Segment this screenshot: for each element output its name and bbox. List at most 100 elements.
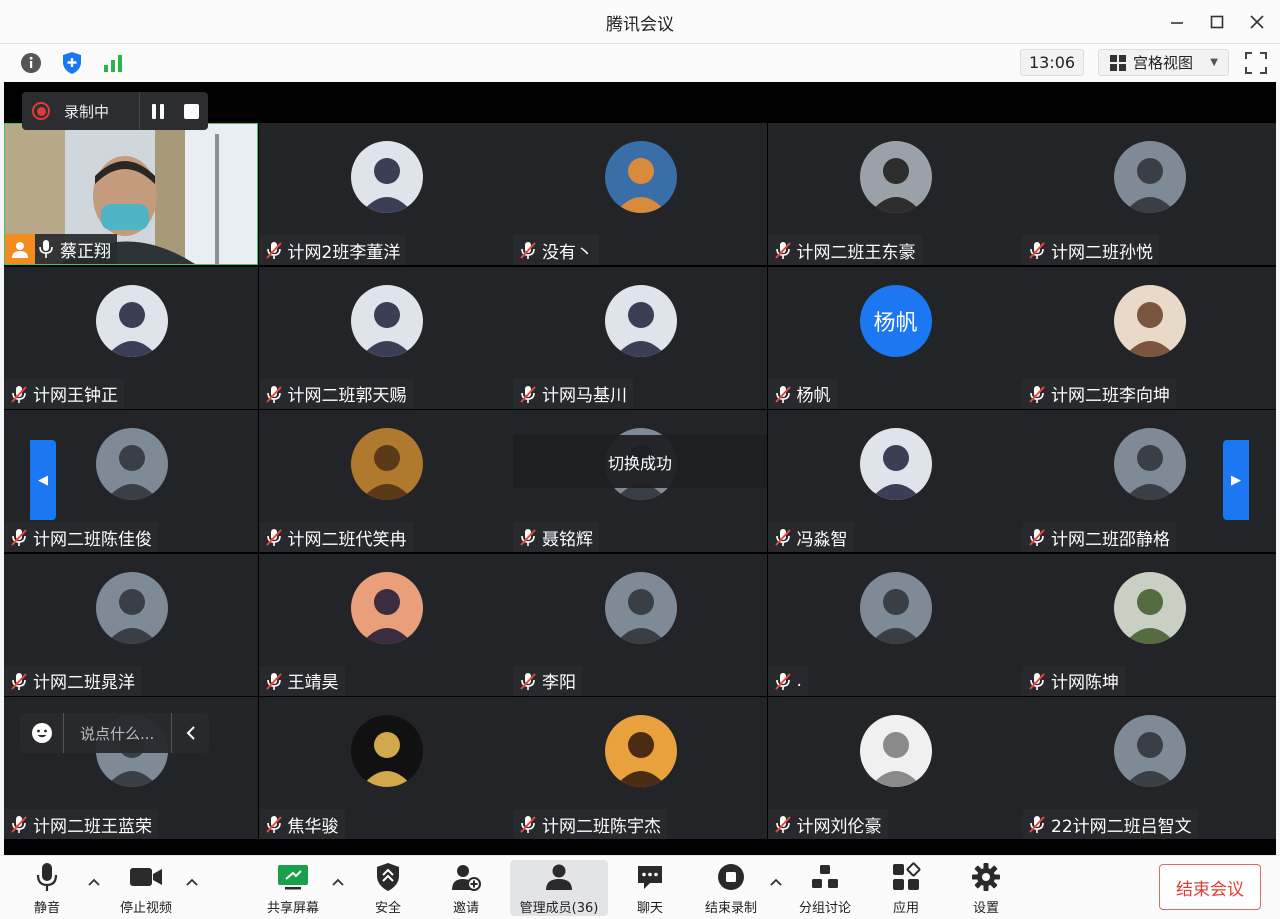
invite-button[interactable]: 邀请: [436, 860, 496, 916]
grid-view-icon: [1110, 54, 1126, 71]
participant-name: 计网2班李董洋: [287, 242, 401, 263]
participant-name: 计网刘伦豪: [796, 816, 882, 837]
participant-name: 计网二班郭天赐: [287, 386, 407, 406]
security-button[interactable]: 安全: [358, 860, 418, 916]
mic-muted-icon: [774, 816, 791, 833]
video-stage: 录制中 蔡正翔 计网2班李董洋 没有丶 计网二班王东豪 计网二班孙悦 计网王钟正 计网二班郭…: [4, 82, 1276, 855]
end-recording-button[interactable]: 结束录制: [696, 860, 766, 916]
participant-name-tag: 计网二班王蓝荣: [4, 809, 158, 839]
video-options-button[interactable]: [184, 874, 200, 890]
mic-muted-icon: [265, 672, 282, 690]
participant-tile[interactable]: 计网二班代笑冉: [258, 410, 513, 552]
microphone-icon: [39, 240, 53, 258]
mic-muted-icon: [520, 816, 536, 833]
participant-tile[interactable]: 计网二班李向坤: [1022, 266, 1276, 409]
participant-tile[interactable]: .: [767, 553, 1022, 696]
fullscreen-button[interactable]: [1243, 50, 1269, 76]
mic-muted-icon: [11, 529, 27, 546]
avatar: [1114, 141, 1186, 213]
end-recording-label: 结束录制: [704, 901, 757, 916]
participant-name-tag: .: [767, 665, 808, 696]
participant-tile[interactable]: 计网陈坤: [1022, 553, 1276, 696]
meeting-clock: 13:06: [1020, 49, 1084, 76]
stop-recording-button[interactable]: [175, 92, 208, 130]
security-shield-icon: [377, 862, 399, 891]
toast-message: 切换成功: [513, 435, 767, 488]
participant-tile[interactable]: 计网2班李董洋: [258, 123, 513, 265]
chat-button[interactable]: 聊天: [620, 860, 680, 916]
audio-options-button[interactable]: [86, 874, 102, 890]
participant-name: 计网二班王蓝荣: [33, 816, 152, 837]
manage-members-label: 管理成员(36): [519, 901, 599, 916]
settings-label: 设置: [972, 901, 999, 916]
participant-tile[interactable]: 计网二班郭天赐: [258, 266, 513, 409]
minimize-icon: [1171, 22, 1183, 24]
chat-label: 聊天: [636, 901, 663, 916]
info-button[interactable]: [18, 51, 44, 75]
share-options-button[interactable]: [330, 874, 346, 890]
breakout-rooms-button[interactable]: 分组讨论: [790, 860, 860, 916]
participant-name: 计网二班王东豪: [796, 242, 916, 263]
participant-tile[interactable]: 焦华骏: [258, 697, 513, 839]
participant-tile[interactable]: 计网二班陈宇杰: [513, 697, 767, 839]
participant-name: 计网二班孙悦: [1051, 242, 1153, 263]
maximize-button[interactable]: [1202, 8, 1232, 36]
emoji-button[interactable]: [20, 713, 64, 753]
participant-name-tag: 杨帆: [767, 378, 837, 409]
network-status-button[interactable]: [100, 51, 126, 75]
security-shield-button[interactable]: [59, 51, 85, 75]
emoji-icon: [31, 723, 52, 743]
end-meeting-button[interactable]: 结束会议: [1159, 864, 1261, 910]
collapse-chat-button[interactable]: [171, 713, 209, 753]
close-button[interactable]: [1242, 8, 1272, 36]
participant-tile[interactable]: 计网二班王东豪: [767, 123, 1022, 265]
participant-name-tag: 聂铭辉: [513, 522, 599, 552]
control-bar: 静音 停止视频 共享屏幕 安全 邀请 管理成员(36) 聊天 结束录制 分组讨论…: [0, 855, 1280, 919]
participant-name-tag: 李阳: [513, 665, 582, 696]
apps-button[interactable]: 应用: [876, 860, 936, 916]
participant-tile[interactable]: 李阳: [513, 553, 767, 696]
manage-members-button[interactable]: 管理成员(36): [510, 860, 608, 916]
view-mode-select[interactable]: 宫格视图 ▼: [1098, 49, 1229, 76]
participant-tile[interactable]: 蔡正翔: [4, 123, 258, 265]
participant-tile[interactable]: 计网王钟正: [4, 266, 258, 409]
minimize-button[interactable]: [1162, 8, 1192, 36]
mic-muted-icon: [1029, 242, 1045, 259]
window-title: 腾讯会议: [606, 15, 674, 35]
quick-chat-bar[interactable]: 说点什么...: [20, 713, 209, 753]
mic-muted-icon: [774, 385, 791, 403]
participant-tile[interactable]: 没有丶: [513, 123, 767, 265]
prev-page-button[interactable]: ◀: [30, 440, 56, 520]
recording-options-button[interactable]: [768, 874, 784, 890]
participant-name: 计网二班晁洋: [33, 673, 135, 693]
participant-tile[interactable]: 计网马基川: [513, 266, 767, 409]
microphone-icon: [36, 862, 58, 891]
participant-tile[interactable]: 计网刘伦豪: [767, 697, 1022, 839]
avatar: [1114, 715, 1186, 787]
avatar: [350, 571, 423, 644]
mic-muted-icon: [520, 385, 536, 403]
close-icon: [1250, 15, 1264, 29]
breakout-rooms-label: 分组讨论: [798, 901, 851, 916]
avatar: [350, 715, 423, 787]
participant-tile[interactable]: 计网二班晁洋: [4, 553, 258, 696]
avatar: [96, 571, 168, 644]
pause-recording-button[interactable]: [139, 92, 175, 130]
participant-tile[interactable]: 冯淼智: [767, 410, 1022, 552]
settings-button[interactable]: 设置: [956, 860, 1016, 916]
recording-dot-icon: [32, 102, 50, 120]
avatar: [1114, 284, 1186, 357]
chat-input[interactable]: 说点什么...: [80, 723, 154, 744]
stop-video-button[interactable]: 停止视频: [110, 860, 182, 916]
participant-tile[interactable]: 计网二班孙悦: [1022, 123, 1276, 265]
mute-button[interactable]: 静音: [14, 860, 80, 916]
avatar: [350, 428, 423, 500]
mic-muted-icon: [1029, 672, 1045, 690]
participant-tile[interactable]: 杨帆 杨帆: [767, 266, 1022, 409]
next-page-button[interactable]: ▶: [1223, 440, 1249, 520]
participant-tile[interactable]: 王靖昊: [258, 553, 513, 696]
participant-name: 聂铭辉: [542, 529, 593, 550]
share-screen-button[interactable]: 共享屏幕: [258, 860, 328, 916]
caret-down-icon: ▼: [1210, 57, 1218, 68]
participant-tile[interactable]: 22计网二班吕智文: [1022, 697, 1276, 839]
